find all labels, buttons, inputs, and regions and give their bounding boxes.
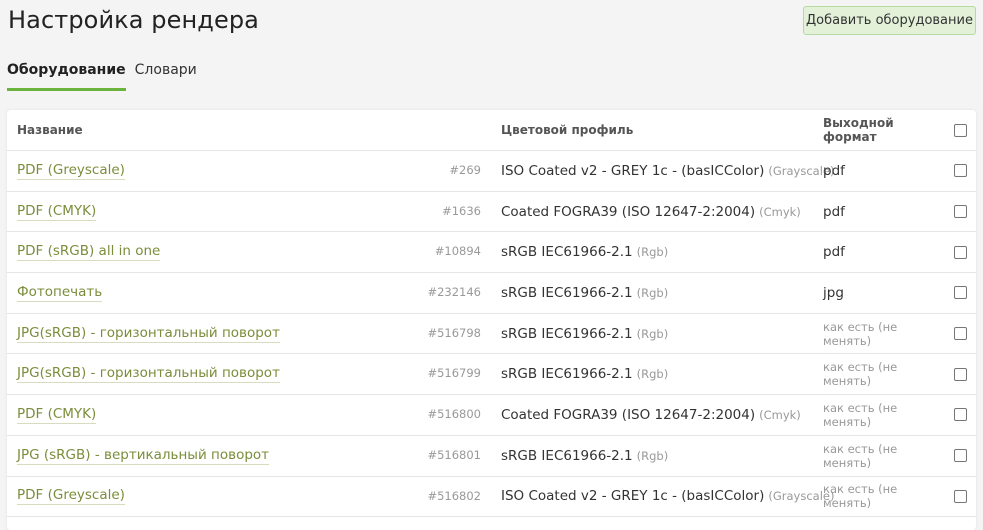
color-profile-name: sRGB IEC61966-2.1	[501, 284, 633, 301]
equipment-name-link[interactable]: Фотопечать	[17, 284, 103, 302]
equipment-name-link[interactable]: PDF (CMYK)	[17, 203, 97, 221]
table-row: PDF (sRGB) all in one #10894 sRGB IEC61966…	[7, 232, 976, 274]
table-row: PDF (Greyscale) #269 ISO Coated v2 - GREY …	[7, 151, 976, 192]
output-format: как есть (не менять)	[823, 400, 898, 429]
equipment-id: #516801	[427, 447, 481, 462]
color-profile-name: sRGB IEC61966-2.1	[501, 244, 633, 261]
color-profile-name: Coated FOGRA39 (ISO 12647-2:2004)	[501, 203, 756, 220]
equipment-id: #516798	[427, 325, 481, 340]
color-profile-type: (Rgb)	[636, 367, 669, 382]
equipment-name-link[interactable]: PDF (CMYK)	[17, 406, 97, 424]
equipment-name-link[interactable]: JPG(sRGB) - горизонтальный поворот	[17, 325, 280, 343]
row-checkbox[interactable]	[953, 408, 967, 422]
equipment-id: #269	[449, 163, 481, 177]
table-row: PDF (CMYK) #1636 Coated FOGRA39 (ISO 12647…	[7, 192, 976, 233]
color-profile-name: sRGB IEC61966-2.1	[501, 447, 633, 464]
equipment-id: #1636	[442, 203, 481, 218]
color-profile-type: (Cmyk)	[759, 407, 801, 422]
color-profile-type: (Rgb)	[636, 245, 669, 260]
equipment-name-link[interactable]: PDF (Greyscale)	[17, 162, 125, 180]
color-profile-name: ISO Coated v2 - GREY 1c - (basICColor)	[501, 488, 765, 505]
color-profile: Coated FOGRA39 (ISO 12647-2:2004) (Cmyk)	[501, 204, 801, 220]
equipment-name-link[interactable]: PDF (Greyscale)	[17, 487, 125, 506]
output-format: pdf	[823, 244, 845, 261]
header-format: Выходной формат	[823, 116, 894, 144]
header-name: Название	[17, 123, 83, 137]
row-checkbox[interactable]	[953, 164, 967, 178]
output-format: jpg	[823, 284, 844, 301]
color-profile-type: (Rgb)	[636, 326, 669, 341]
equipment-id: #516800	[427, 407, 481, 422]
select-all-checkbox[interactable]	[953, 123, 967, 137]
output-format: pdf	[823, 203, 845, 220]
color-profile: sRGB IEC61966-2.1 (Rgb)	[501, 285, 668, 301]
output-format: как есть (не менять)	[823, 319, 898, 348]
equipment-name-link[interactable]: PDF (sRGB) all in one	[17, 243, 161, 262]
color-profile-name: sRGB IEC61966-2.1	[501, 325, 633, 342]
row-checkbox[interactable]	[953, 449, 967, 463]
color-profile-type: (Rgb)	[636, 285, 669, 300]
output-format: pdf	[823, 162, 845, 179]
table-row: JPG(sRGB) - горизонтальный поворот #51679…	[7, 314, 976, 355]
table-header: Название Цветовой профиль Выходной форма…	[7, 110, 976, 151]
color-profile-type: (Cmyk)	[759, 204, 801, 219]
table-row: JPG(sRGB) - горизонтальный поворот #51679…	[7, 354, 976, 396]
tab-dictionaries[interactable]: Словари	[135, 60, 197, 91]
add-equipment-button[interactable]: Добавить оборудование	[803, 6, 976, 35]
color-profile: sRGB IEC61966-2.1 (Rgb)	[501, 326, 668, 342]
color-profile-name: Coated FOGRA39 (ISO 12647-2:2004)	[501, 406, 756, 423]
equipment-id: #10894	[434, 244, 481, 259]
color-profile: sRGB IEC61966-2.1 (Rgb)	[501, 244, 668, 260]
row-checkbox[interactable]	[953, 205, 967, 219]
color-profile: sRGB IEC61966-2.1 (Rgb)	[501, 366, 668, 382]
equipment-name-link[interactable]: JPG(sRGB) - горизонтальный поворот	[17, 365, 280, 384]
row-checkbox[interactable]	[953, 286, 967, 300]
row-checkbox[interactable]	[953, 245, 967, 259]
table-row: JPG (sRGB) - вертикальный поворот #516801…	[7, 436, 976, 477]
equipment-id: #516799	[427, 366, 481, 381]
color-profile-name: ISO Coated v2 - GREY 1c - (basICColor)	[501, 162, 765, 179]
output-format: как есть (не менять)	[823, 360, 898, 389]
table-row: PDF (Greyscale) #516802 ISO Coated v2 - GR…	[7, 477, 976, 518]
equipment-name-link[interactable]: JPG (sRGB) - вертикальный поворот	[17, 447, 270, 465]
equipment-table: Название Цветовой профиль Выходной форма…	[7, 110, 976, 530]
color-profile: ISO Coated v2 - GREY 1c - (basICColor) (G…	[501, 488, 834, 504]
color-profile: Coated FOGRA39 (ISO 12647-2:2004) (Cmyk)	[501, 407, 801, 423]
tabs: Оборудование Словари	[7, 60, 206, 91]
table-body: PDF (Greyscale) #269 ISO Coated v2 - GREY …	[7, 151, 976, 518]
equipment-id: #232146	[427, 285, 481, 300]
row-checkbox[interactable]	[953, 367, 967, 381]
equipment-id: #516802	[427, 488, 481, 503]
page-title: Настройка рендера	[8, 6, 259, 34]
table-row: Фотопечать #232146 sRGB IEC61966-2.1 (Rgb) j…	[7, 273, 976, 314]
output-format: как есть (не менять)	[823, 482, 898, 511]
table-row: PDF (CMYK) #516800 Coated FOGRA39 (ISO 126…	[7, 395, 976, 436]
row-checkbox[interactable]	[953, 327, 967, 341]
row-checkbox[interactable]	[953, 489, 967, 503]
tab-equipment[interactable]: Оборудование	[7, 60, 126, 91]
color-profile-type: (Rgb)	[636, 448, 669, 463]
output-format: как есть (не менять)	[823, 441, 898, 470]
color-profile: sRGB IEC61966-2.1 (Rgb)	[501, 448, 668, 464]
color-profile-name: sRGB IEC61966-2.1	[501, 366, 633, 383]
header-profile: Цветовой профиль	[501, 123, 634, 137]
color-profile: ISO Coated v2 - GREY 1c - (basICColor) (G…	[501, 163, 834, 179]
